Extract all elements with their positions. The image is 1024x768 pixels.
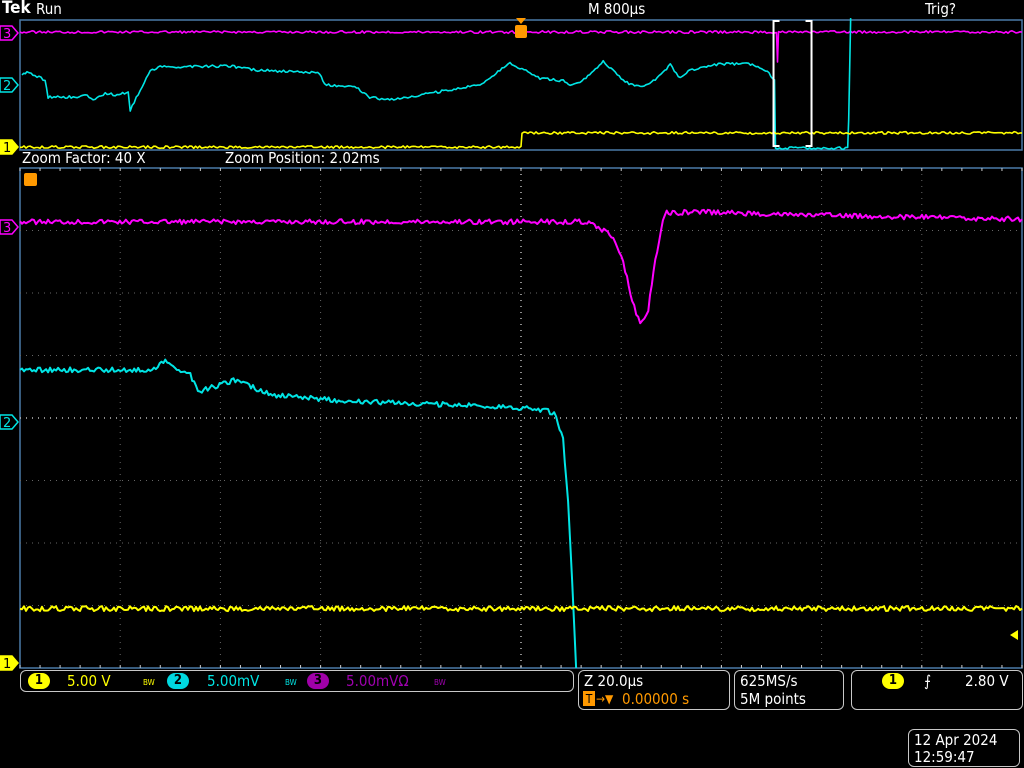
overview-trace-ch1 bbox=[19, 130, 1023, 150]
trigger-t-marker-icon bbox=[515, 25, 527, 38]
sample-rate: 625MS/s bbox=[740, 672, 798, 690]
datetime-box: 12 Apr 2024 12:59:47 bbox=[908, 729, 1020, 767]
ch1-marker-label: 1 bbox=[3, 141, 11, 156]
zoom-trigger-t-marker-icon bbox=[24, 173, 37, 186]
trigger-source-badge: 1 bbox=[882, 673, 904, 689]
scope-display: 3 2 1 3 2 1 bbox=[0, 18, 1023, 672]
trigger-level-marker-icon bbox=[1010, 630, 1018, 640]
date: 12 Apr 2024 bbox=[914, 731, 998, 749]
time: 12:59:47 bbox=[914, 748, 975, 766]
trigger-delay-arrow-icon: →▼ bbox=[596, 692, 614, 706]
overview-trace-ch2 bbox=[21, 18, 852, 151]
zoom-window-bracket bbox=[772, 20, 813, 147]
overview-graticule bbox=[19, 19, 1023, 151]
channel-readout-bar[interactable]: 1 5.00 V BW 2 5.00mV BW 3 5.00mVΩ BW bbox=[20, 670, 574, 692]
trigger-readout[interactable]: 1 ⨍ 2.80 V bbox=[851, 670, 1023, 710]
ch2-scale[interactable]: 5.00mV bbox=[207, 673, 259, 689]
ch1-bw-limit: BW bbox=[143, 678, 155, 687]
ch3-bw-limit: BW bbox=[434, 678, 446, 687]
horizontal-readout[interactable]: Z 20.0µs T →▼ 0.00000 s bbox=[578, 670, 730, 710]
ch1-scale[interactable]: 5.00 V bbox=[67, 673, 111, 689]
ch2-badge[interactable]: 2 bbox=[167, 673, 189, 689]
ch2-marker-label: 2 bbox=[3, 416, 11, 431]
zoom-trace-ch2 bbox=[19, 358, 578, 669]
ch3-marker-label: 3 bbox=[3, 221, 11, 236]
trigger-marker-icon: T bbox=[583, 691, 595, 706]
ch1-badge[interactable]: 1 bbox=[28, 673, 50, 689]
trigger-level: 2.80 V bbox=[965, 672, 1009, 690]
ch2-marker-label: 2 bbox=[3, 79, 11, 94]
ch2-bw-limit: BW bbox=[285, 678, 297, 687]
trigger-delay: 0.00000 s bbox=[622, 690, 690, 708]
rising-edge-icon: ⨍ bbox=[924, 672, 932, 690]
ch3-marker-label: 3 bbox=[3, 27, 11, 42]
record-length: 5M points bbox=[740, 690, 806, 708]
ch3-scale[interactable]: 5.00mVΩ bbox=[346, 673, 409, 689]
ch3-badge[interactable]: 3 bbox=[307, 673, 329, 689]
zoom-scale: Z 20.0µs bbox=[584, 672, 644, 690]
acquisition-readout[interactable]: 625MS/s 5M points bbox=[734, 670, 844, 710]
ch1-marker-label: 1 bbox=[3, 657, 11, 672]
trigger-position-icon bbox=[516, 18, 526, 24]
